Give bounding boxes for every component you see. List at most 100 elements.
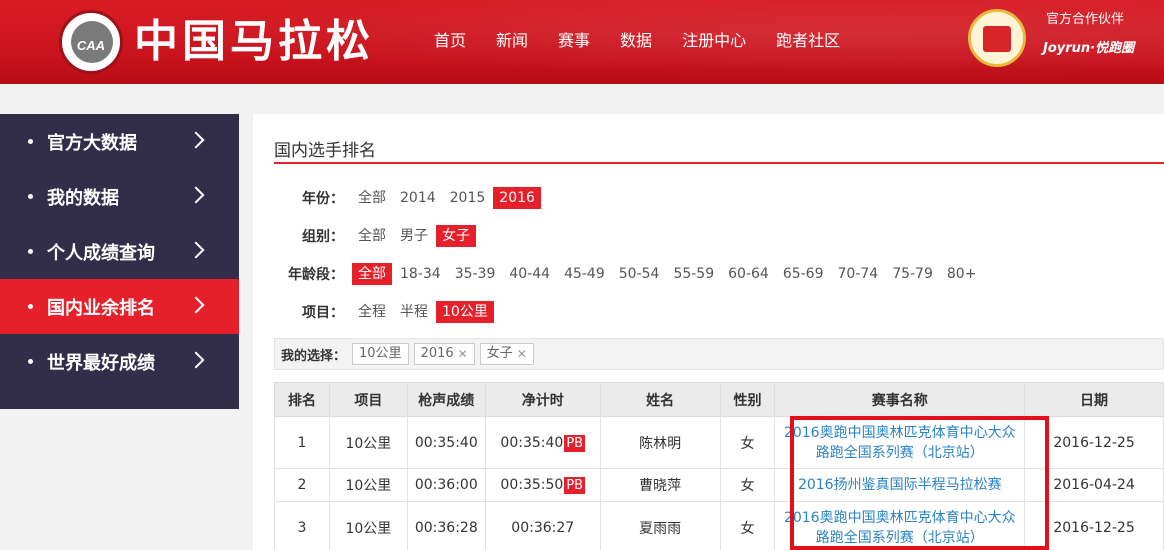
nav-events[interactable]: 赛事 [558,28,590,54]
filter-option-age[interactable]: 65-69 [777,263,830,285]
cell-event: 10公里 [328,416,408,469]
cell-gun-time-text: 00:36:28 [414,519,478,536]
cell-gender-text: 女 [740,435,755,452]
cell-rank-text: 1 [297,434,307,451]
caa-logo[interactable]: CAA [59,10,123,74]
cell-event-text: 10公里 [345,435,392,452]
filter-option-age[interactable]: 全部 [352,263,392,285]
filter-label-group: 组别： [302,229,344,245]
cell-race-name[interactable]: 2016扬州鉴真国际半程马拉松赛 [774,468,1026,502]
cell-name-text: 陈林明 [639,435,682,452]
partner-name[interactable]: Joyrun·悦跑圈 [1043,37,1134,56]
col-event: 项目 [328,382,408,417]
col-gun-time: 枪声成绩 [406,382,486,417]
cell-race-name-text: 2016扬州鉴真国际半程马拉松赛 [797,477,1002,493]
cell-net-time-text: 00:35:50 [500,477,564,493]
col-gender: 性别 [719,382,776,417]
filter-row-event: 项目： 全程 半程 10公里 [274,300,496,324]
partner-label: 官方合作伙伴 [1046,12,1125,27]
cell-name: 夏雨雨 [599,501,721,550]
filter-option-age[interactable]: 70-74 [832,263,885,285]
main-nav: 首页 新闻 赛事 数据 注册中心 跑者社区 [434,28,870,54]
filter-option-group[interactable]: 女子 [436,225,476,247]
logo-abbr: CAA [76,38,106,53]
chevron-right-icon [187,241,205,259]
filter-option-year[interactable]: 2014 [394,187,442,209]
cell-race-name[interactable]: 2016奥跑中国奥林匹克体育中心大众路跑全国系列赛（北京站） [774,416,1026,469]
flag-icon [983,26,1011,52]
filter-option-age[interactable]: 80+ [941,263,983,285]
cell-gender: 女 [719,501,776,550]
filter-option-age[interactable]: 40-44 [503,263,556,285]
site-title[interactable]: 中国马拉松 [134,14,374,70]
col-race-name: 赛事名称 [774,382,1026,417]
filter-option-age[interactable]: 35-39 [449,263,502,285]
cell-race-name-text: 2016奥跑中国奥林匹克体育中心大众路跑全国系列赛（北京站） [783,509,1016,546]
cell-name-text: 曹晓萍 [639,478,682,494]
table-row: 1 10公里 00:35:40 00:35:40 PB 陈林明女 2016奥跑中国奥林匹克体… [274,416,1164,469]
sidebar-item-my-data[interactable]: 我的数据 [0,169,239,224]
filter-option-event[interactable]: 半程 [394,301,434,323]
table-row: 3 10公里 00:36:28 00:36:27 夏雨雨 女 2016奥跑中国奥林匹克体育中… [274,501,1164,550]
selected-chip[interactable]: 2016 ✕ [413,343,475,365]
cell-race-name[interactable]: 2016奥跑中国奥林匹克体育中心大众路跑全国系列赛（北京站） [774,501,1026,550]
page-title: 国内选手排名 [274,141,376,161]
col-net-time: 净计时 [484,382,601,417]
pb-badge: PB [564,434,586,452]
filter-option-age[interactable]: 55-59 [667,263,720,285]
athletics-association-badge[interactable] [968,9,1026,67]
filter-option-year[interactable]: 2015 [444,187,492,209]
filter-option-event[interactable]: 全程 [352,301,392,323]
table-header-row: 排名 项目 枪声成绩 净计时 姓名 性别 赛事名称 日期 [274,382,1164,417]
bullet-icon [28,359,33,364]
filter-option-group[interactable]: 男子 [394,225,434,247]
filter-option-age[interactable]: 45-49 [558,263,611,285]
cell-gender: 女 [719,468,776,502]
sidebar-item-domestic-ranking[interactable]: 国内业余排名 [0,279,239,334]
sidebar-item-label: 我的数据 [47,187,119,209]
col-name: 姓名 [599,382,721,417]
filter-option-age[interactable]: 60-64 [722,263,775,285]
filter-options-group: 全部 男子 女子 [352,225,478,247]
close-icon[interactable]: ✕ [517,344,527,364]
filter-option-year[interactable]: 2016 [493,187,541,209]
sidebar-item-personal-results[interactable]: 个人成绩查询 [0,224,239,279]
sidebar-item-label: 个人成绩查询 [47,242,155,264]
selected-chip[interactable]: 女子 ✕ [479,343,534,365]
chevron-right-icon [187,131,205,149]
filter-row-year: 年份： 全部 2014 2015 2016 [274,186,543,210]
filter-label-age: 年龄段： [288,267,344,283]
filter-options-year: 全部 2014 2015 2016 [352,187,543,209]
cell-gun-time: 00:36:00 [406,468,486,502]
chevron-right-icon [187,296,205,314]
nav-registration[interactable]: 注册中心 [682,28,746,54]
cell-date: 2016-12-25 [1024,501,1164,550]
nav-runner-community[interactable]: 跑者社区 [776,28,840,54]
close-icon[interactable]: ✕ [458,344,468,364]
nav-home[interactable]: 首页 [434,28,466,54]
filter-label-year: 年份： [302,191,344,207]
selected-chip[interactable]: 10公里 [352,343,409,365]
sidebar-item-world-best[interactable]: 世界最好成绩 [0,334,239,389]
filter-option-event[interactable]: 10公里 [436,301,494,323]
filter-option-age[interactable]: 75-79 [886,263,939,285]
cell-net-time: 00:35:50 PB [484,468,601,502]
nav-news[interactable]: 新闻 [496,28,528,54]
filter-option-age[interactable]: 18-34 [394,263,447,285]
cell-race-name-text: 2016奥跑中国奥林匹克体育中心大众路跑全国系列赛（北京站） [783,424,1016,461]
cell-gun-time-text: 00:36:00 [414,477,478,493]
cell-date-text: 2016-04-24 [1053,477,1135,493]
filter-option-group[interactable]: 全部 [352,225,392,247]
chip-label: 10公里 [359,346,402,361]
cell-event: 10公里 [328,468,408,502]
filter-option-year[interactable]: 全部 [352,187,392,209]
cell-rank: 1 [274,416,330,469]
sidebar-item-official-data[interactable]: 官方大数据 [0,114,239,169]
table-body: 1 10公里 00:35:40 00:35:40 PB 陈林明女 2016奥跑中国奥林匹克体… [274,416,1164,550]
main-panel: 国内选手排名 年份： 全部 2014 2015 2016 组别： 全部 男子 女子 年龄段… [253,114,1164,550]
cell-event-text: 10公里 [345,478,392,494]
filter-option-age[interactable]: 50-54 [613,263,666,285]
nav-data[interactable]: 数据 [620,28,652,54]
my-choice-bar: 我的选择： 10公里 2016 ✕ 女子 ✕ [274,338,1164,370]
chevron-right-icon [187,351,205,369]
